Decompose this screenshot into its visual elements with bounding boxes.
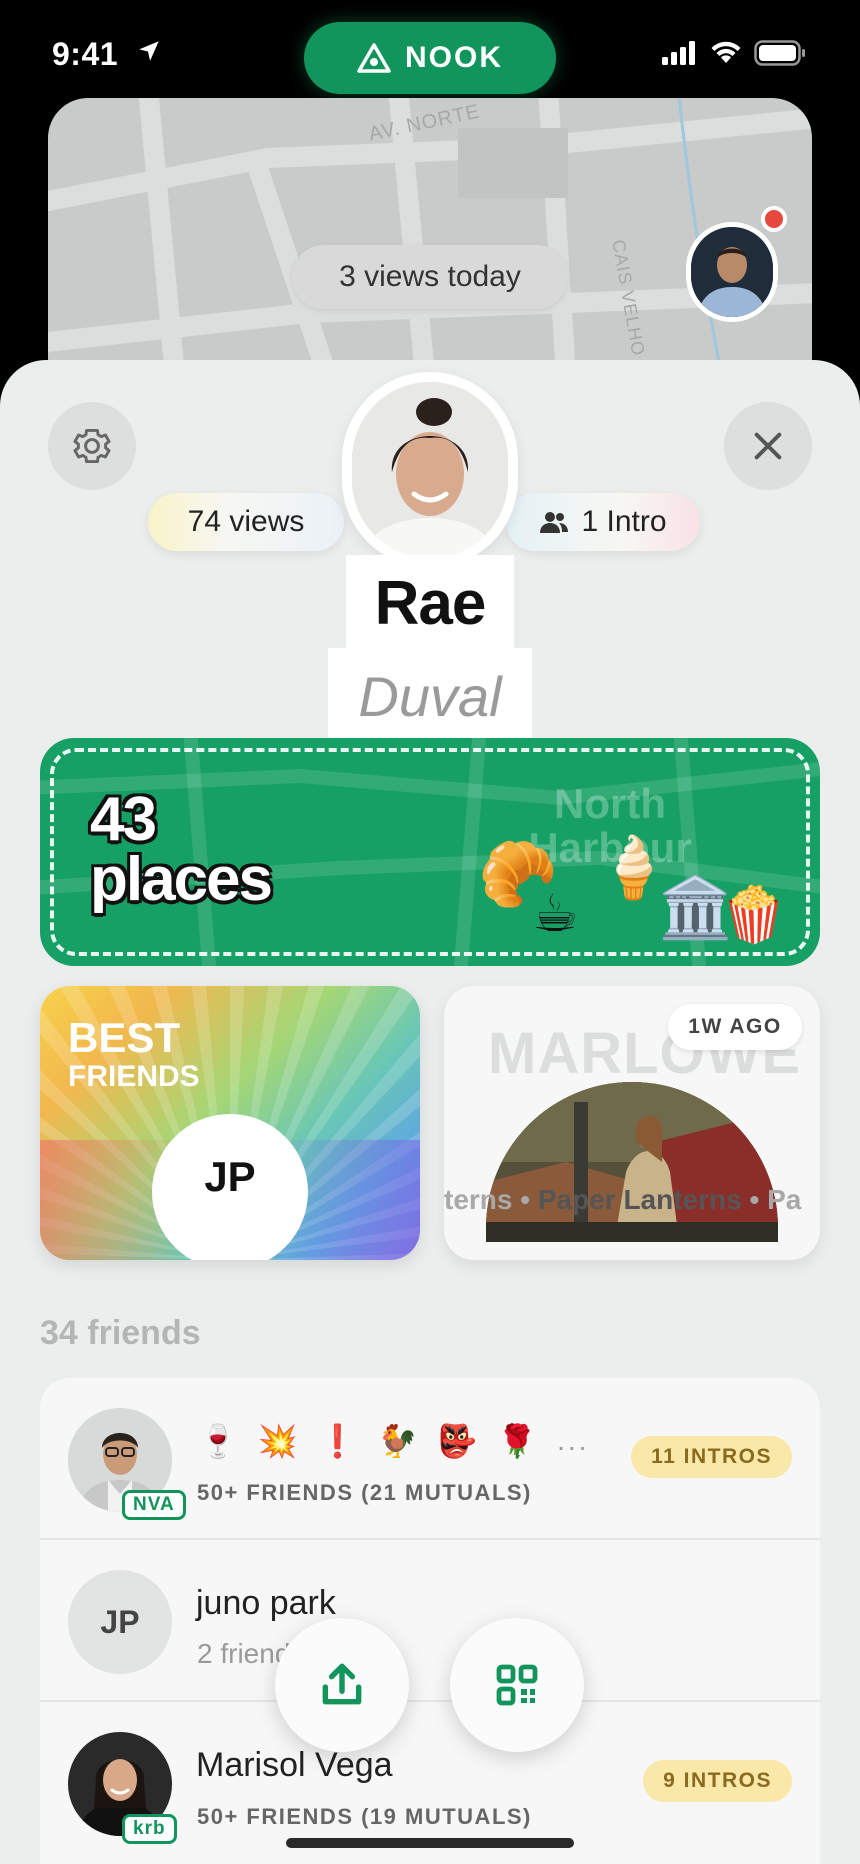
nook-logo-icon (357, 43, 391, 73)
best-friend-avatar[interactable]: JP (152, 1114, 308, 1260)
brand-button[interactable]: NOOK (304, 22, 556, 94)
rooster-icon: 🐓 (377, 1423, 418, 1459)
places-card[interactable]: North Harbour 43 places 🥐 ☕ 🍦 🏛️ 🍿 (40, 738, 820, 966)
share-icon (322, 1663, 362, 1705)
friend-tag: krb (122, 1814, 177, 1844)
avatar-photo (691, 227, 773, 317)
track-separator: • (520, 1184, 531, 1215)
profile-photo-image (352, 382, 508, 558)
friend-row[interactable]: JP juno park 2 friends (40, 1540, 820, 1702)
track-prev: terns (444, 1184, 513, 1215)
profile-last-name: Duval (328, 648, 532, 744)
music-card[interactable]: MARLOWE 1W AGO terns • Paper Lanterns • … (444, 986, 820, 1260)
settings-button[interactable] (48, 402, 136, 490)
qr-code-icon (496, 1664, 538, 1706)
friends-count: 34 friends (40, 1314, 201, 1352)
battery-icon (754, 40, 805, 66)
mask-icon: 👺 (437, 1423, 478, 1459)
views-count: 74 views (187, 505, 305, 538)
friend-stats: 50+ FRIENDS (21 MUTUALS) (197, 1480, 532, 1505)
track-separator: • (749, 1184, 760, 1215)
map-avatar[interactable] (686, 222, 778, 322)
status-time: 9:41 (52, 36, 119, 72)
places-number: 43 (90, 785, 157, 854)
track-current: Paper Lanterns (537, 1184, 742, 1215)
intros-badge[interactable]: 9 INTROS (643, 1760, 792, 1802)
best-friends-subtitle: FRIENDS (68, 1060, 200, 1093)
close-button[interactable] (724, 402, 812, 490)
more-emojis: ... (557, 1425, 590, 1456)
brand-name: NOOK (405, 41, 503, 74)
intros-pill[interactable]: 1 Intro (506, 493, 700, 551)
best-friends-title: BEST (68, 1014, 181, 1061)
qr-code-button[interactable] (450, 1618, 584, 1752)
area-line: North (554, 780, 666, 827)
best-friends-card[interactable]: BEST FRIENDS JP (40, 986, 420, 1260)
intros-count: 1 Intro (581, 505, 667, 538)
friends-list: NVA 🍷 💥 ❗ 🐓 👺 🌹 ... 50+ FRIENDS (21 MUTU… (40, 1378, 820, 1864)
friend-emojis: 🍷 💥 ❗ 🐓 👺 🌹 ... (198, 1422, 589, 1460)
exclamation-icon: ❗ (317, 1423, 358, 1459)
rose-icon: 🌹 (497, 1423, 538, 1459)
share-button[interactable] (275, 1618, 409, 1752)
time-ago-badge: 1W AGO (668, 1004, 802, 1050)
wifi-icon (711, 41, 741, 63)
profile-photo[interactable] (342, 372, 518, 568)
close-icon (754, 432, 782, 460)
friend-row[interactable]: NVA 🍷 💥 ❗ 🐓 👺 🌹 ... 50+ FRIENDS (21 MUTU… (40, 1378, 820, 1540)
location-arrow-icon (139, 41, 159, 61)
places-count: 43 places (90, 785, 273, 914)
wine-icon: 🍷 (198, 1423, 238, 1459)
intros-badge[interactable]: 11 INTROS (631, 1436, 792, 1478)
people-icon (540, 512, 569, 533)
coffee-icon: ☕ (532, 885, 579, 943)
track-next: Pa (767, 1184, 802, 1215)
friend-name: Marisol Vega (196, 1746, 393, 1784)
places-label: places (90, 845, 273, 914)
friend-name: juno park (196, 1584, 336, 1622)
status-icons (662, 40, 806, 66)
popcorn-icon: 🍿 (720, 885, 788, 945)
home-indicator[interactable] (286, 1838, 574, 1848)
profile-first-name: Rae (346, 555, 514, 651)
signal-icon (662, 41, 695, 65)
collision-icon: 💥 (257, 1423, 298, 1459)
friend-stats: 50+ FRIENDS (19 MUTUALS) (197, 1804, 532, 1829)
views-pill[interactable]: 74 views (148, 493, 344, 551)
friend-avatar: JP (68, 1570, 172, 1674)
track-marquee: terns • Paper Lanterns • Pa (444, 1184, 820, 1224)
friend-tag: NVA (122, 1490, 186, 1520)
gear-icon (73, 428, 111, 464)
views-today-pill: 3 views today (292, 245, 568, 309)
notification-dot (761, 206, 787, 232)
